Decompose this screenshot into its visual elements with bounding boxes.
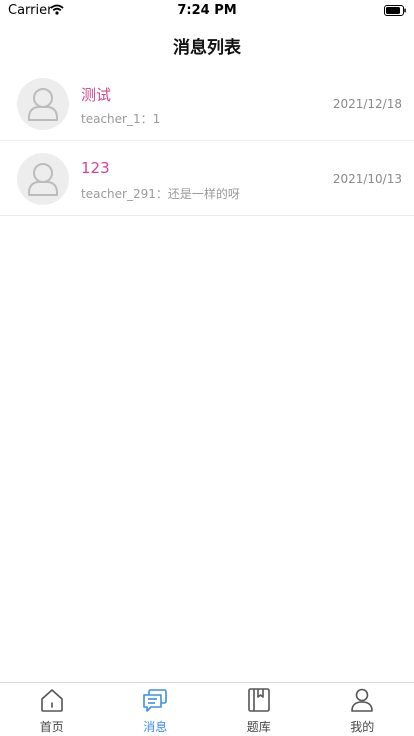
avatar [17, 78, 69, 130]
tab-question-bank-label: 题库 [246, 720, 271, 734]
tab-home[interactable]: 首页 [0, 683, 104, 736]
user-icon [28, 163, 58, 196]
status-bar: Carrier 7:24 PM [0, 0, 414, 22]
profile-icon [351, 688, 374, 712]
tab-bar: 首页 消息 题库 我的 [0, 682, 414, 736]
avatar [17, 153, 69, 205]
tab-messages[interactable]: 消息 [104, 683, 208, 736]
battery-icon [384, 5, 406, 16]
page-title: 消息列表 [173, 38, 241, 58]
home-icon [40, 689, 63, 712]
message-icon [143, 689, 168, 712]
message-row[interactable]: 测试 teacher_1：1 2021/12/18 [0, 66, 414, 141]
tab-question-bank[interactable]: 题库 [207, 683, 311, 736]
book-icon [247, 688, 270, 712]
status-time: 7:24 PM [177, 3, 237, 18]
message-title: 123 [81, 159, 110, 177]
message-date: 2021/10/13 [332, 172, 402, 186]
navigation-bar: 消息列表 [0, 22, 414, 66]
tab-messages-label: 消息 [143, 720, 168, 734]
tab-profile[interactable]: 我的 [311, 683, 414, 736]
tab-profile-label: 我的 [350, 720, 375, 734]
user-icon [28, 88, 58, 121]
message-date: 2021/12/18 [332, 97, 402, 111]
message-title: 测试 [81, 86, 112, 104]
message-preview: teacher_291：还是一样的呀 [81, 187, 240, 201]
message-row[interactable]: 123 teacher_291：还是一样的呀 2021/10/13 [0, 141, 414, 216]
message-list: 测试 teacher_1：1 2021/12/18 123 teacher_29… [0, 66, 414, 216]
message-preview: teacher_1：1 [81, 112, 161, 126]
tab-home-label: 首页 [39, 720, 64, 734]
